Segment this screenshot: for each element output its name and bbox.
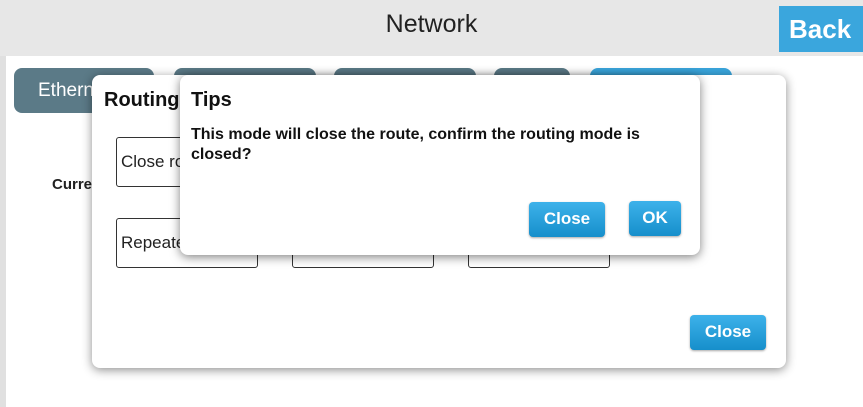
tips-ok-button[interactable]: OK <box>629 201 681 236</box>
left-border <box>0 56 6 407</box>
back-button[interactable]: Back <box>779 6 863 52</box>
tips-dialog: Tips This mode will close the route, con… <box>180 75 700 255</box>
page-title: Network <box>385 10 478 38</box>
tips-close-button[interactable]: Close <box>529 202 605 237</box>
header-bar: Network Back <box>0 0 863 56</box>
routing-close-button[interactable]: Close <box>690 315 766 350</box>
tips-dialog-message: This mode will close the route, confirm … <box>191 126 640 163</box>
routing-dialog-title: Routing <box>104 89 180 111</box>
tips-dialog-title: Tips <box>191 89 232 111</box>
